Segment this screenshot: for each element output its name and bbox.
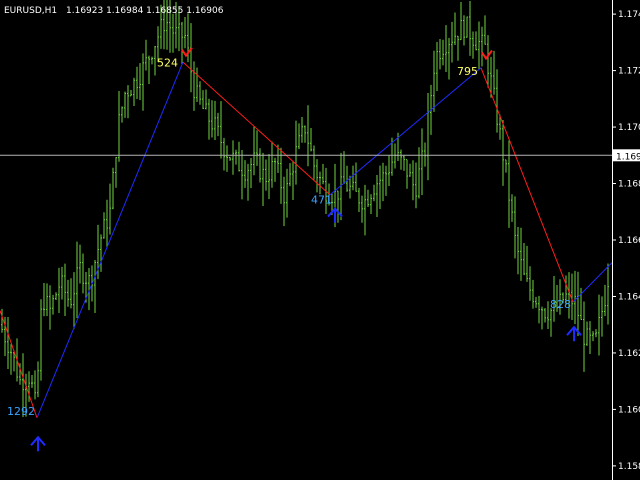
axis-tick-label: 1.1720 — [618, 67, 640, 77]
axis-tick-label: 1.1620 — [618, 349, 640, 359]
bottom-swing-label: 471 — [311, 193, 332, 206]
ohlc-readout: 1.16923 1.16984 1.16855 1.16906 — [66, 6, 224, 16]
axis-tick-label: 1.1740 — [618, 10, 640, 20]
axis-tick-label: 1.1600 — [618, 405, 640, 415]
axis-tick-label: 1.1640 — [618, 292, 640, 302]
axis-tick-label: 1.1700 — [618, 123, 640, 133]
bottom-swing-label: 828 — [550, 298, 571, 311]
axis-tick-label: 1.1580 — [618, 462, 640, 472]
bottom-swing-label: 1292 — [7, 405, 35, 418]
price-chart[interactable]: 1292 524 471 795 828 1.1580 1.1600 1.1620 1.164… — [0, 0, 640, 480]
axis-tick-label: 1.1660 — [618, 236, 640, 246]
top-swing-label: 524 — [157, 56, 178, 69]
current-price-label: 1.1690 — [616, 152, 640, 162]
axis-tick-label: 1.1680 — [618, 180, 640, 190]
symbol-label: EURUSD,H1 — [4, 6, 57, 16]
top-swing-label: 795 — [457, 65, 478, 78]
